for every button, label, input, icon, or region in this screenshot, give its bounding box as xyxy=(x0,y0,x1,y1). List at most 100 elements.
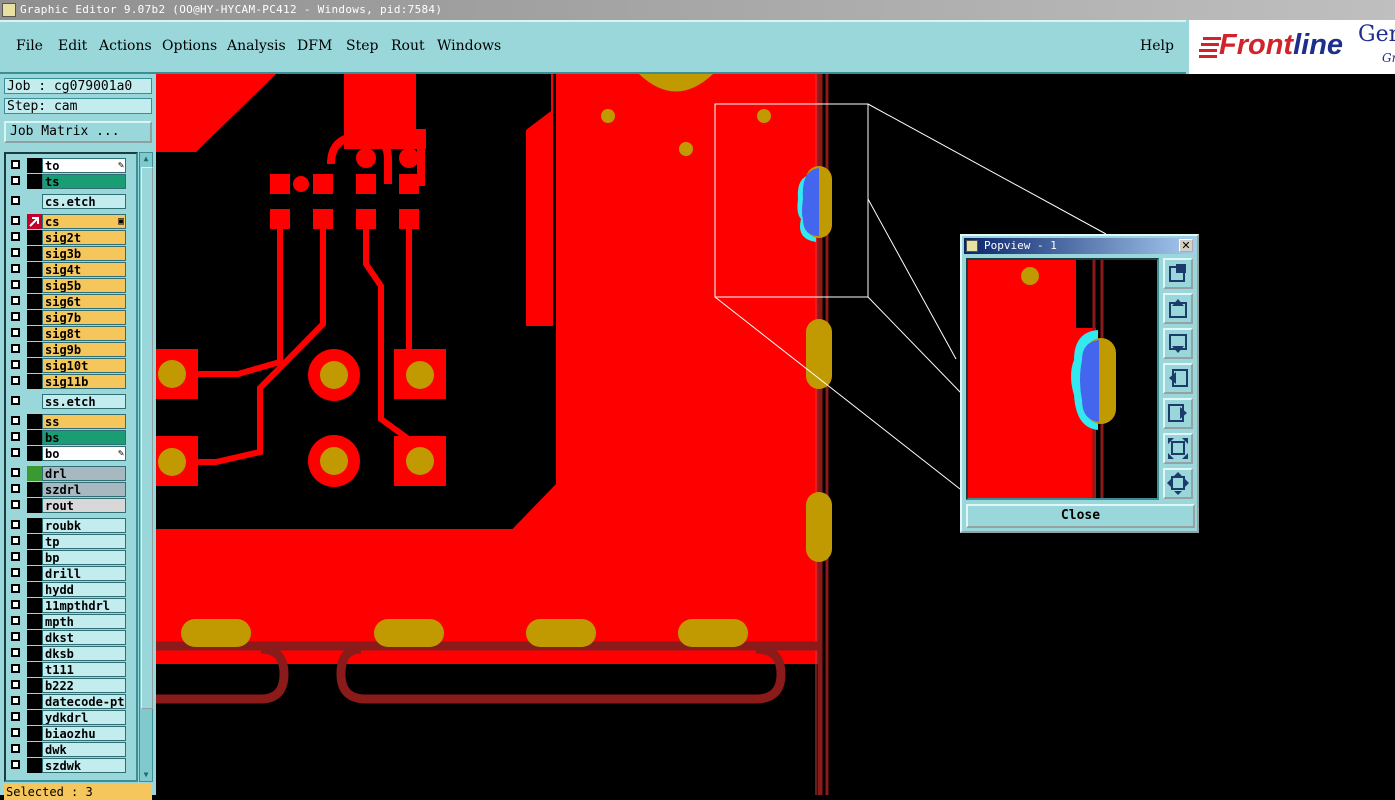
layer-name[interactable]: dwk xyxy=(42,742,126,757)
layer-name[interactable]: bp xyxy=(42,550,126,565)
layer-checkbox[interactable] xyxy=(11,536,20,545)
layer-checkbox[interactable] xyxy=(11,552,20,561)
graphic-canvas[interactable] xyxy=(156,74,1395,795)
layer-name[interactable]: t111 xyxy=(42,662,126,677)
zoom-out-icon[interactable] xyxy=(1163,468,1193,499)
layer-row-drl[interactable]: drl xyxy=(8,466,126,481)
layer-checkbox[interactable] xyxy=(11,448,20,457)
layer-color-swatch[interactable] xyxy=(27,466,42,481)
layer-checkbox[interactable] xyxy=(11,360,20,369)
layer-row-bs[interactable]: bs xyxy=(8,430,126,445)
layer-checkbox[interactable] xyxy=(11,520,20,529)
layer-checkbox[interactable] xyxy=(11,232,20,241)
layer-checkbox[interactable] xyxy=(11,712,20,721)
layer-color-swatch[interactable] xyxy=(27,394,42,409)
layer-checkbox[interactable] xyxy=(11,248,20,257)
layer-checkbox[interactable] xyxy=(11,744,20,753)
layer-color-swatch[interactable] xyxy=(27,598,42,613)
layer-checkbox[interactable] xyxy=(11,484,20,493)
layer-row-t111[interactable]: t111 xyxy=(8,662,126,677)
layer-row-sig3b[interactable]: sig3b xyxy=(8,246,126,261)
layer-color-swatch[interactable] xyxy=(27,662,42,677)
layer-color-swatch[interactable] xyxy=(27,262,42,277)
layer-color-swatch[interactable] xyxy=(27,482,42,497)
layer-checkbox[interactable] xyxy=(11,728,20,737)
layer-row-bp[interactable]: bp xyxy=(8,550,126,565)
layer-color-swatch[interactable] xyxy=(27,534,42,549)
layer-checkbox[interactable] xyxy=(11,432,20,441)
layer-color-swatch[interactable] xyxy=(27,326,42,341)
scroll-thumb[interactable] xyxy=(141,167,153,709)
layer-color-swatch[interactable] xyxy=(27,630,42,645)
layer-name[interactable]: ts xyxy=(42,174,126,189)
layer-color-swatch[interactable] xyxy=(27,646,42,661)
layer-row-biaozhu[interactable]: biaozhu xyxy=(8,726,126,741)
popview-canvas[interactable] xyxy=(966,258,1159,500)
layer-row-ss.etch[interactable]: ss.etch xyxy=(8,394,126,409)
layer-list[interactable]: to ✎ ts cs.etch cs ▣ sig2t sig3b sig4t sig5b sig6t… xyxy=(4,152,138,782)
layer-row-dwk[interactable]: dwk xyxy=(8,742,126,757)
layer-checkbox[interactable] xyxy=(11,396,20,405)
menu-analysis[interactable]: Analysis xyxy=(227,38,286,54)
menu-actions[interactable]: Actions xyxy=(99,38,152,54)
layer-color-swatch[interactable] xyxy=(27,614,42,629)
scroll-down-icon[interactable]: ▼ xyxy=(141,770,151,780)
layer-checkbox[interactable] xyxy=(11,216,20,225)
layer-color-swatch[interactable] xyxy=(27,246,42,261)
layer-row-b222[interactable]: b222 xyxy=(8,678,126,693)
layer-row-11mpthdrl[interactable]: 11mpthdrl xyxy=(8,598,126,613)
layer-row-tp[interactable]: tp xyxy=(8,534,126,549)
layer-color-swatch[interactable] xyxy=(27,726,42,741)
layer-checkbox[interactable] xyxy=(11,296,20,305)
layer-color-swatch[interactable] xyxy=(27,518,42,533)
pan-down-icon[interactable] xyxy=(1163,328,1193,359)
layer-row-sig5b[interactable]: sig5b xyxy=(8,278,126,293)
popview-close-button[interactable]: Close xyxy=(966,504,1195,528)
layer-row-rout[interactable]: rout xyxy=(8,498,126,513)
layer-checkbox[interactable] xyxy=(11,328,20,337)
layer-name[interactable]: b222 xyxy=(42,678,126,693)
layer-name[interactable]: bs xyxy=(42,430,126,445)
layer-row-sig10t[interactable]: sig10t xyxy=(8,358,126,373)
layer-color-swatch[interactable] xyxy=(27,710,42,725)
layer-color-swatch[interactable] xyxy=(27,158,42,173)
layer-name[interactable]: ydkdrl xyxy=(42,710,126,725)
layer-checkbox[interactable] xyxy=(11,500,20,509)
layer-name[interactable]: sig3b xyxy=(42,246,126,261)
layer-checkbox[interactable] xyxy=(11,568,20,577)
layer-checkbox[interactable] xyxy=(11,584,20,593)
layer-checkbox[interactable] xyxy=(11,280,20,289)
layer-checkbox[interactable] xyxy=(11,376,20,385)
layer-color-swatch[interactable] xyxy=(27,414,42,429)
layer-name[interactable]: drl xyxy=(42,466,126,481)
layer-checkbox[interactable] xyxy=(11,680,20,689)
layer-name[interactable]: cs.etch xyxy=(42,194,126,209)
layer-row-cs[interactable]: cs ▣ xyxy=(8,214,126,229)
layer-name[interactable]: sig6t xyxy=(42,294,126,309)
layer-color-swatch[interactable] xyxy=(27,294,42,309)
popview-title-bar[interactable]: Popview - 1 ✕ xyxy=(964,238,1195,254)
layer-checkbox[interactable] xyxy=(11,264,20,273)
layer-checkbox[interactable] xyxy=(11,416,20,425)
layer-color-swatch[interactable] xyxy=(27,566,42,581)
work-layer-arrow-icon[interactable] xyxy=(27,214,42,229)
layer-name[interactable]: dksb xyxy=(42,646,126,661)
layer-name[interactable]: sig11b xyxy=(42,374,126,389)
layer-color-swatch[interactable] xyxy=(27,430,42,445)
layer-name[interactable]: 11mpthdrl xyxy=(42,598,126,613)
layer-name[interactable]: sig10t xyxy=(42,358,126,373)
layer-name[interactable]: sig7b xyxy=(42,310,126,325)
layer-checkbox[interactable] xyxy=(11,344,20,353)
layer-color-swatch[interactable] xyxy=(27,310,42,325)
layer-color-swatch[interactable] xyxy=(27,278,42,293)
layer-checkbox[interactable] xyxy=(11,664,20,673)
pan-right-icon[interactable] xyxy=(1163,398,1193,429)
layer-scrollbar[interactable]: ▲ ▼ xyxy=(139,152,153,782)
layer-row-cs.etch[interactable]: cs.etch xyxy=(8,194,126,209)
layer-row-sig6t[interactable]: sig6t xyxy=(8,294,126,309)
scroll-up-icon[interactable]: ▲ xyxy=(141,154,151,164)
layer-checkbox[interactable] xyxy=(11,696,20,705)
layer-color-swatch[interactable] xyxy=(27,194,42,209)
layer-name[interactable]: biaozhu xyxy=(42,726,126,741)
layer-row-sig7b[interactable]: sig7b xyxy=(8,310,126,325)
